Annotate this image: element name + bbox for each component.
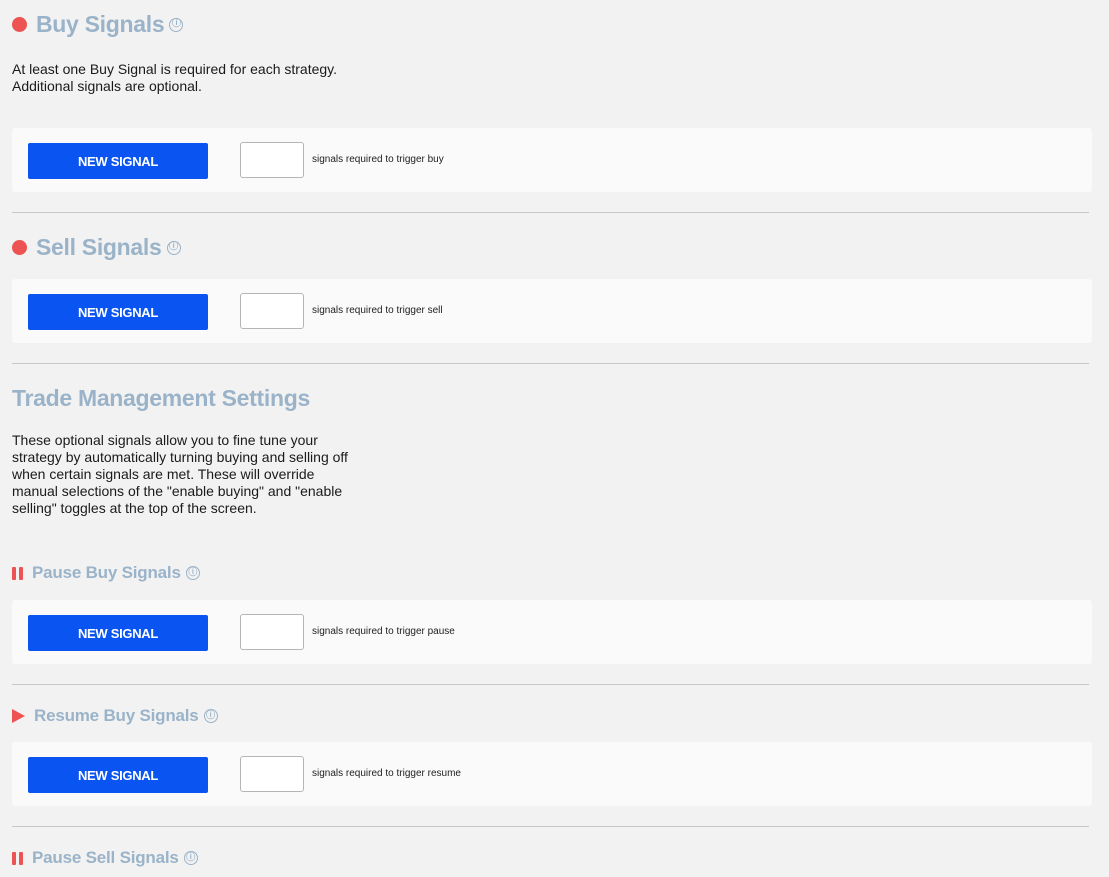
divider	[12, 826, 1089, 827]
pause-signals-required-label: signals required to trigger pause	[312, 626, 455, 637]
red-dot-icon	[12, 17, 27, 32]
new-resume-buy-signal-button[interactable]: NEW SIGNAL	[28, 757, 208, 793]
resume-signals-required-input[interactable]	[240, 756, 304, 792]
sell-signals-title: Sell Signals	[36, 234, 162, 260]
sell-signals-required-label: signals required to trigger sell	[312, 305, 443, 316]
sell-signals-required-input[interactable]	[240, 293, 304, 329]
info-icon[interactable]: ⓘ	[169, 17, 184, 32]
pause-sell-signals-heading: Pause Sell Signals ⓘ	[12, 848, 198, 868]
trade-management-description: These optional signals allow you to fine…	[12, 432, 348, 516]
play-icon	[12, 709, 25, 723]
info-icon[interactable]: ⓘ	[185, 566, 200, 580]
trade-management-heading: Trade Management Settings	[12, 385, 310, 412]
pause-buy-signals-heading: Pause Buy Signals ⓘ	[12, 563, 200, 583]
pause-buy-signals-panel: NEW SIGNAL signals required to trigger p…	[12, 600, 1092, 664]
buy-signals-heading: Buy Signals ⓘ	[12, 11, 184, 38]
pause-icon	[12, 566, 23, 580]
pause-buy-signals-title: Pause Buy Signals	[32, 563, 181, 582]
pause-sell-signals-title: Pause Sell Signals	[32, 848, 179, 867]
info-icon[interactable]: ⓘ	[183, 851, 198, 865]
buy-signals-panel: NEW SIGNAL signals required to trigger b…	[12, 128, 1092, 192]
sell-signals-heading: Sell Signals ⓘ	[12, 234, 181, 261]
signals-settings-page: Buy Signals ⓘ At least one Buy Signal is…	[0, 0, 1109, 877]
divider	[12, 363, 1089, 364]
divider	[12, 684, 1089, 685]
buy-signals-required-label: signals required to trigger buy	[312, 154, 444, 165]
sell-signals-panel: NEW SIGNAL signals required to trigger s…	[12, 279, 1092, 343]
pause-icon	[12, 851, 23, 865]
info-icon[interactable]: ⓘ	[203, 709, 218, 723]
divider	[12, 212, 1089, 213]
new-sell-signal-button[interactable]: NEW SIGNAL	[28, 294, 208, 330]
resume-buy-signals-title: Resume Buy Signals	[34, 706, 199, 725]
info-icon[interactable]: ⓘ	[166, 240, 181, 255]
buy-signals-required-input[interactable]	[240, 142, 304, 178]
red-dot-icon	[12, 240, 27, 255]
new-buy-signal-button[interactable]: NEW SIGNAL	[28, 143, 208, 179]
resume-buy-signals-heading: Resume Buy Signals ⓘ	[12, 706, 218, 726]
resume-signals-required-label: signals required to trigger resume	[312, 768, 461, 779]
new-pause-buy-signal-button[interactable]: NEW SIGNAL	[28, 615, 208, 651]
buy-signals-title: Buy Signals	[36, 11, 165, 37]
pause-signals-required-input[interactable]	[240, 614, 304, 650]
resume-buy-signals-panel: NEW SIGNAL signals required to trigger r…	[12, 742, 1092, 806]
buy-signals-description: At least one Buy Signal is required for …	[12, 61, 338, 94]
trade-management-title: Trade Management Settings	[12, 385, 310, 411]
